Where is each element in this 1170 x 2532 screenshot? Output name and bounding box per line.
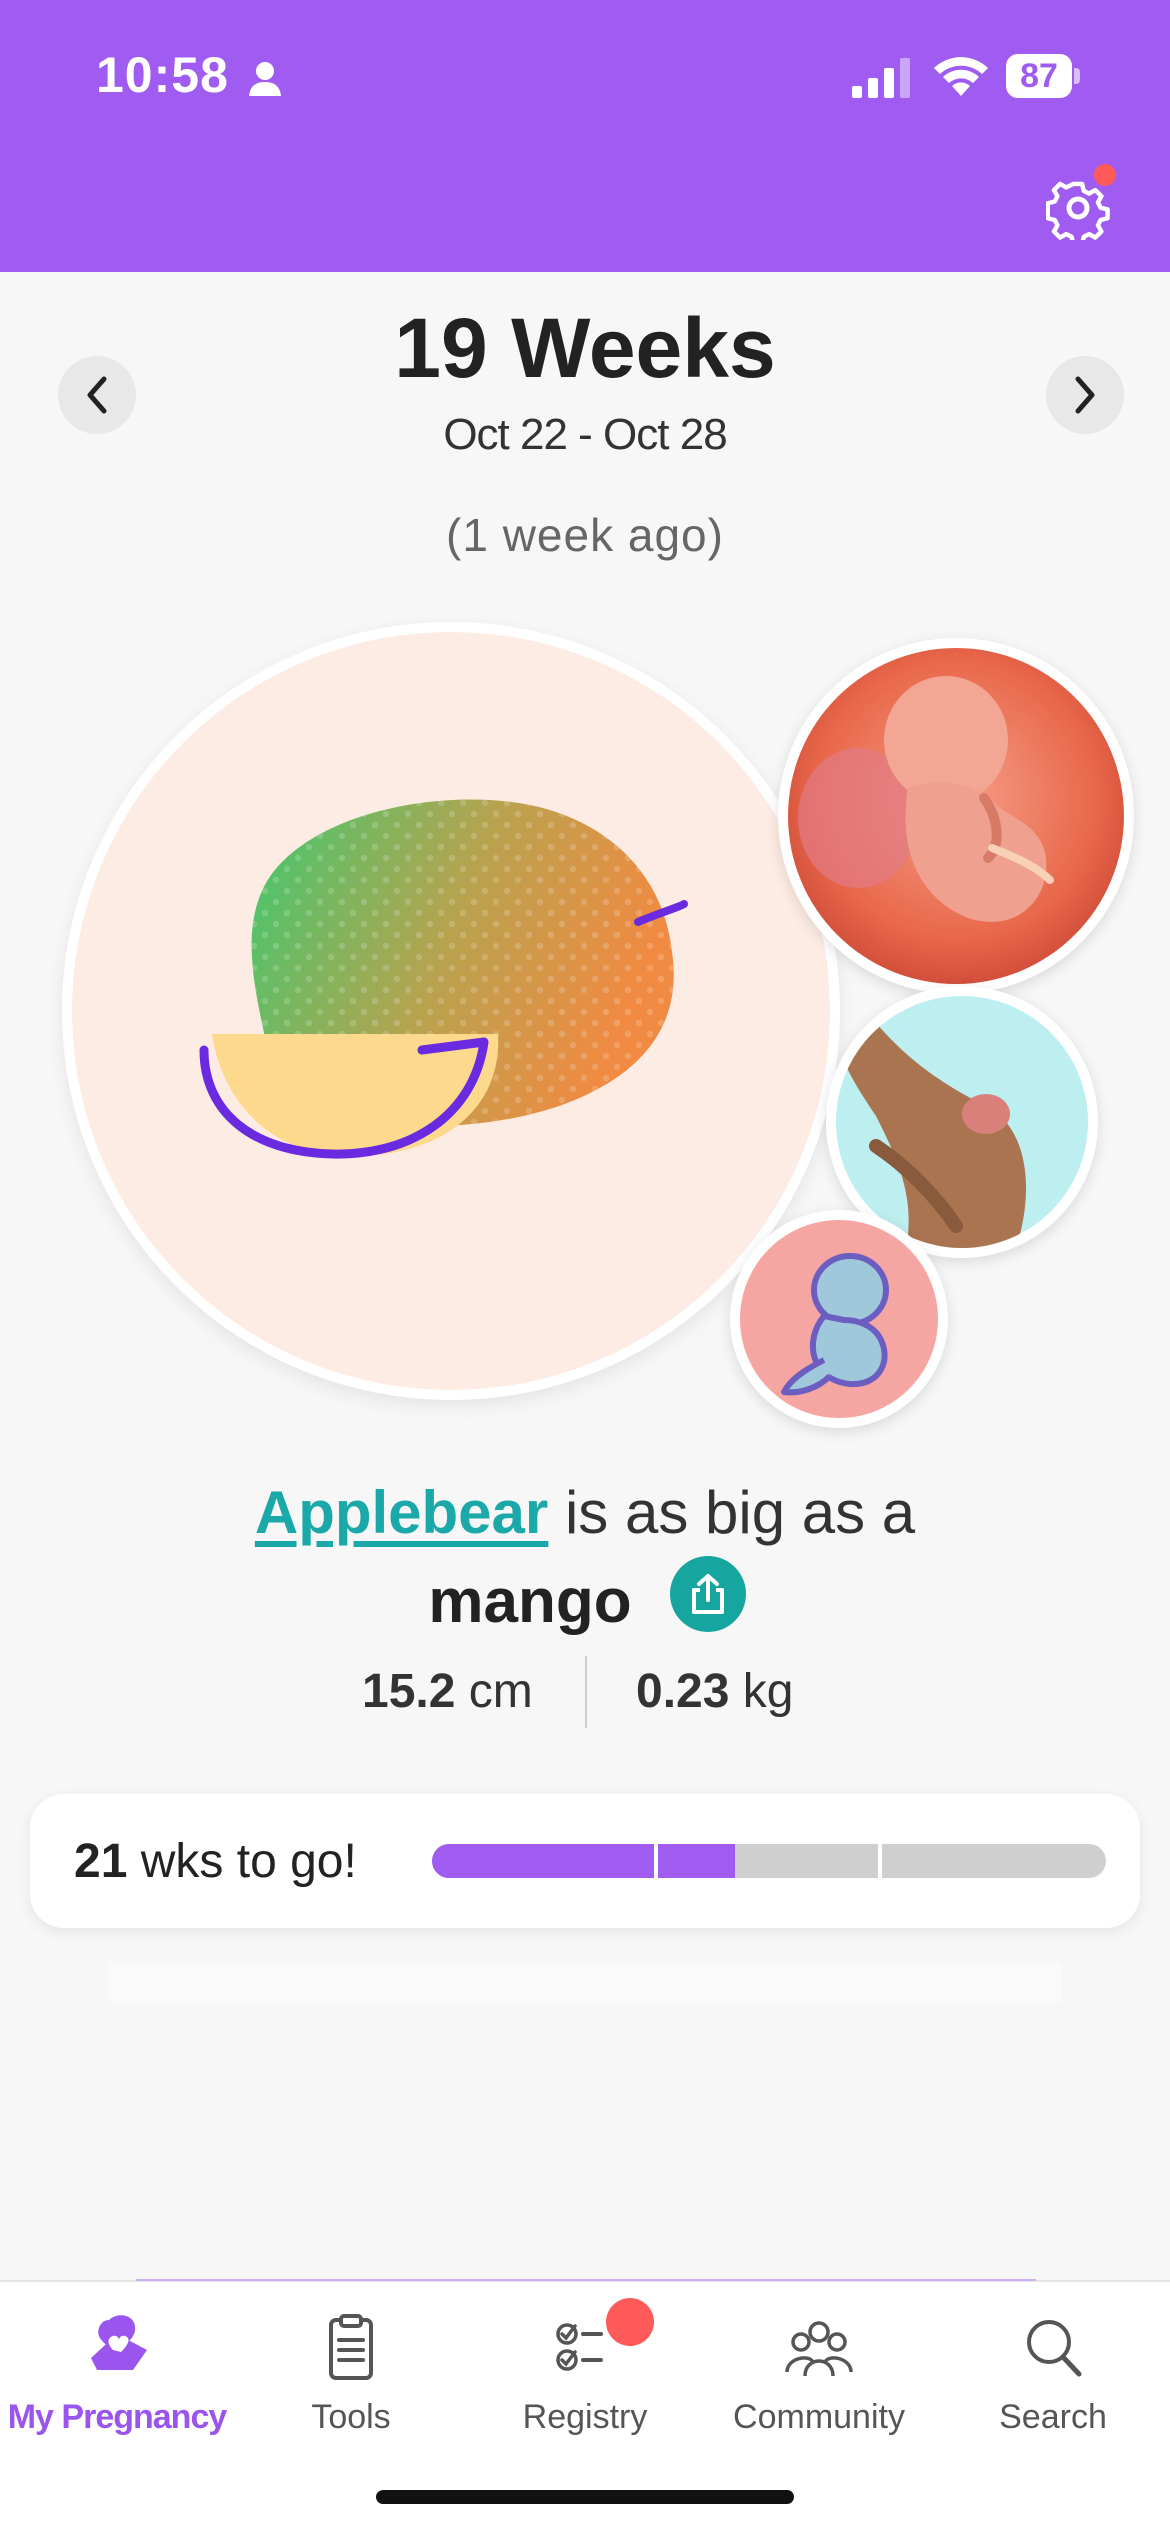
baby-name-link[interactable]: Applebear bbox=[255, 1479, 548, 1546]
people-icon bbox=[785, 2321, 853, 2377]
tab-label: Community bbox=[733, 2398, 905, 2436]
tabbar-accent-line bbox=[136, 2279, 1036, 2281]
tab-label: My Pregnancy bbox=[7, 2398, 228, 2436]
status-time: 10:58 bbox=[96, 47, 229, 103]
header-bar: 10:58 87 bbox=[0, 0, 1170, 272]
length-measure: 15.2 cm bbox=[362, 1664, 533, 1719]
tab-my-pregnancy[interactable]: My Pregnancy bbox=[0, 2300, 234, 2470]
battery-tip bbox=[1074, 68, 1080, 84]
weeks-to-go-text: 21 wks to go! bbox=[74, 1834, 357, 1889]
registry-badge bbox=[606, 2298, 654, 2346]
week-date-range: Oct 22 - Oct 28 bbox=[443, 410, 727, 459]
length-unit: cm bbox=[455, 1665, 533, 1718]
size-comparison-text: Applebear is as big as a bbox=[0, 1478, 1170, 1547]
fetus-image bbox=[788, 648, 1124, 984]
weeks-left-value: 21 bbox=[74, 1835, 128, 1888]
weight-measure: 0.23 kg bbox=[636, 1664, 793, 1719]
fetus-3d-icon bbox=[781, 1253, 889, 1396]
battery-level: 87 bbox=[1006, 54, 1072, 98]
progress-bar bbox=[432, 1844, 1106, 1878]
pregnancy-progress-card[interactable]: 21 wks to go! bbox=[30, 1794, 1140, 1928]
battery-indicator: 87 bbox=[1006, 54, 1082, 100]
measure-divider bbox=[585, 1656, 587, 1728]
progress-bar-fill bbox=[432, 1844, 736, 1878]
share-icon bbox=[692, 1574, 724, 1614]
person-icon bbox=[249, 62, 281, 96]
share-button[interactable] bbox=[670, 1556, 746, 1632]
fruit-size-circle[interactable] bbox=[62, 622, 840, 1400]
cellular-signal-icon bbox=[852, 58, 910, 98]
fetus-model-circle[interactable] bbox=[730, 1210, 948, 1428]
length-value: 15.2 bbox=[362, 1665, 456, 1718]
comparison-phrase: is as big as a bbox=[548, 1479, 916, 1546]
trimester-tick bbox=[878, 1844, 882, 1878]
search-icon bbox=[1027, 2320, 1082, 2377]
week-title: 19 Weeks bbox=[394, 301, 776, 395]
chevron-right-icon bbox=[1075, 376, 1095, 414]
week-relative-time: (1 week ago) bbox=[446, 509, 724, 561]
tab-registry[interactable]: Registry bbox=[468, 2300, 702, 2470]
content-placeholder bbox=[108, 1962, 1062, 2002]
pregnancy-heart-icon bbox=[91, 2315, 147, 2370]
clipboard-icon bbox=[329, 2314, 373, 2380]
tab-label: Tools bbox=[311, 2398, 391, 2436]
belly-image bbox=[836, 996, 1088, 1248]
tab-search[interactable]: Search bbox=[936, 2300, 1170, 2470]
fruit-name-row: mango bbox=[0, 1566, 1170, 1637]
notification-dot bbox=[1094, 164, 1116, 186]
weight-value: 0.23 bbox=[636, 1665, 730, 1718]
mango-illustration bbox=[199, 799, 688, 1159]
tab-community[interactable]: Community bbox=[702, 2300, 936, 2470]
trimester-tick bbox=[654, 1844, 658, 1878]
fruit-name: mango bbox=[428, 1567, 632, 1636]
weeks-left-label: wks to go! bbox=[127, 1835, 357, 1888]
wifi-icon bbox=[934, 57, 988, 96]
tab-label: Registry bbox=[522, 2398, 648, 2436]
fetus-photo-circle[interactable] bbox=[778, 638, 1134, 994]
tab-tools[interactable]: Tools bbox=[234, 2300, 468, 2470]
weight-unit: kg bbox=[729, 1665, 794, 1718]
tab-label: Search bbox=[999, 2398, 1107, 2436]
home-indicator[interactable] bbox=[376, 2490, 794, 2504]
gear-icon[interactable] bbox=[1046, 176, 1110, 240]
